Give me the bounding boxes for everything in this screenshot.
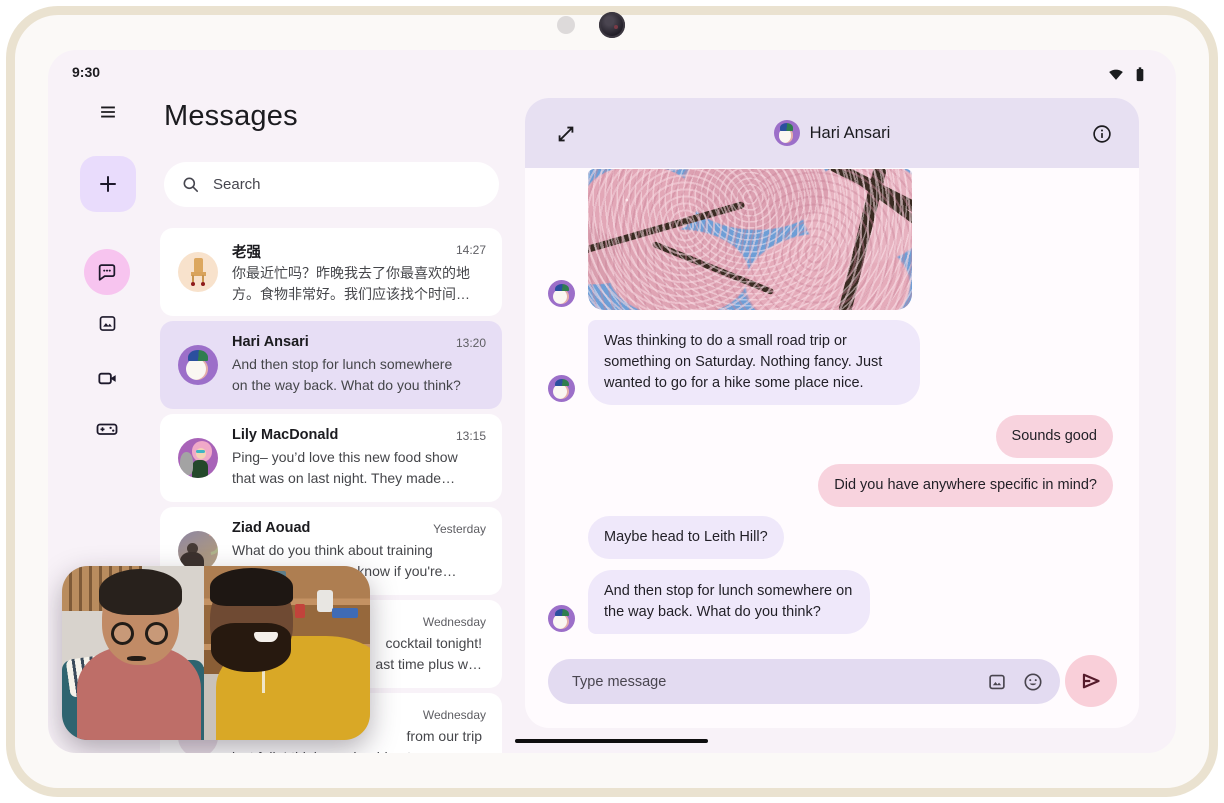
conversation-hari-ansari[interactable]: Hari Ansari 13:20 And then stop for lunc…: [160, 321, 502, 409]
screen: 9:30: [48, 50, 1176, 753]
incoming-message: And then stop for lunch somewhere on the…: [588, 570, 870, 634]
nav-chats[interactable]: [84, 249, 130, 295]
chat-bubble-icon: [96, 261, 118, 283]
search-bar[interactable]: [164, 162, 499, 207]
glasses: [145, 622, 168, 645]
message-photo-cherry-blossoms[interactable]: [588, 169, 912, 310]
gesture-home-bar[interactable]: [515, 739, 708, 743]
conversation-lily-macdonald[interactable]: Lily MacDonald 13:15 Ping– you’d love th…: [160, 414, 502, 502]
new-conversation-fab[interactable]: [80, 156, 136, 212]
snippet-line: on the way back. What do you think?: [232, 377, 486, 393]
conversation-name: Hari Ansari: [232, 334, 309, 350]
glasses: [111, 622, 134, 645]
red-toy: [295, 604, 305, 618]
snippet-line: 方。食物非常好。我们应该找个时间…: [232, 284, 486, 304]
message-input[interactable]: [570, 673, 972, 691]
snippet-line: Ping– you’d love this new food show: [232, 449, 486, 465]
person-right-hair: [210, 568, 293, 606]
page: 9:30: [0, 0, 1224, 803]
avatar-lily: [178, 438, 218, 478]
status-icons: [1106, 63, 1150, 85]
incoming-message: Maybe head to Leith Hill?: [588, 516, 784, 559]
chat-title: Hari Ansari: [810, 124, 891, 143]
info-icon[interactable]: [1091, 123, 1113, 145]
search-input[interactable]: [211, 175, 455, 194]
avatar-hari: [178, 345, 218, 385]
plus-icon: [96, 172, 120, 196]
conversation-name: 老强: [232, 241, 261, 262]
conversation-name: Ziad Aouad: [232, 520, 310, 536]
outgoing-message: Sounds good: [996, 415, 1113, 458]
snippet-line: that was on last night. They made…: [232, 470, 486, 486]
videocam-icon: [96, 367, 119, 390]
outgoing-message: Did you have anywhere specific in mind?: [818, 464, 1113, 507]
search-icon: [181, 175, 200, 194]
conversation-time: Yesterday: [433, 522, 486, 536]
snippet-line: And then stop for lunch somewhere: [232, 356, 486, 372]
person-left-hair: [99, 569, 182, 614]
avatar-chair: [178, 252, 218, 292]
emoji-icon[interactable]: [1022, 671, 1044, 693]
nav-video[interactable]: [84, 355, 130, 401]
snippet-line: What do you think about training: [232, 542, 486, 558]
sensor-dot: [557, 16, 575, 34]
status-time: 9:30: [72, 64, 100, 80]
conversation-name: Lily MacDonald: [232, 427, 338, 443]
conversation-time: Wednesday: [423, 708, 486, 722]
menu-button[interactable]: [97, 101, 119, 123]
message-avatar: [548, 280, 575, 307]
message-avatar: [548, 605, 575, 632]
chat-pane: Hari Ansari Was thinking: [525, 98, 1139, 728]
conversation-time: Wednesday: [423, 615, 486, 629]
conversation-time: 13:15: [456, 429, 486, 443]
smile: [254, 632, 278, 642]
front-camera: [599, 12, 625, 38]
nav-games[interactable]: [84, 406, 130, 452]
blossom-texture: [588, 169, 912, 310]
nav-gallery[interactable]: [84, 300, 130, 346]
chat-header: Hari Ansari: [525, 98, 1139, 168]
attach-image-icon[interactable]: [986, 671, 1008, 693]
conversation-laoqiang[interactable]: 老强 14:27 你最近忙吗？昨晚我去了你最喜欢的地 方。食物非常好。我们应该找…: [160, 228, 502, 316]
robot-toy: [317, 590, 333, 612]
send-button[interactable]: [1065, 655, 1117, 707]
chat-header-avatar: [774, 120, 800, 146]
page-title: Messages: [164, 100, 298, 133]
snippet-line: 你最近忙吗？昨晚我去了你最喜欢的地: [232, 263, 486, 283]
blue-toy: [332, 608, 358, 618]
avatar-ziad: [178, 531, 218, 571]
beard: [211, 623, 291, 672]
conversation-time: 14:27: [456, 243, 486, 257]
image-icon: [97, 313, 118, 334]
battery-icon: [1130, 63, 1150, 85]
send-icon: [1078, 668, 1104, 694]
pip-video-overlay[interactable]: [62, 566, 370, 740]
conversation-time: 13:20: [456, 336, 486, 350]
gamepad-icon: [95, 417, 119, 441]
snippet-line: last fall. I think we should get some…: [232, 749, 486, 753]
compose-bar[interactable]: [548, 659, 1060, 704]
incoming-message: Was thinking to do a small road trip or …: [588, 320, 920, 405]
wifi-icon: [1106, 64, 1126, 84]
expand-icon[interactable]: [555, 123, 577, 145]
message-avatar: [548, 375, 575, 402]
